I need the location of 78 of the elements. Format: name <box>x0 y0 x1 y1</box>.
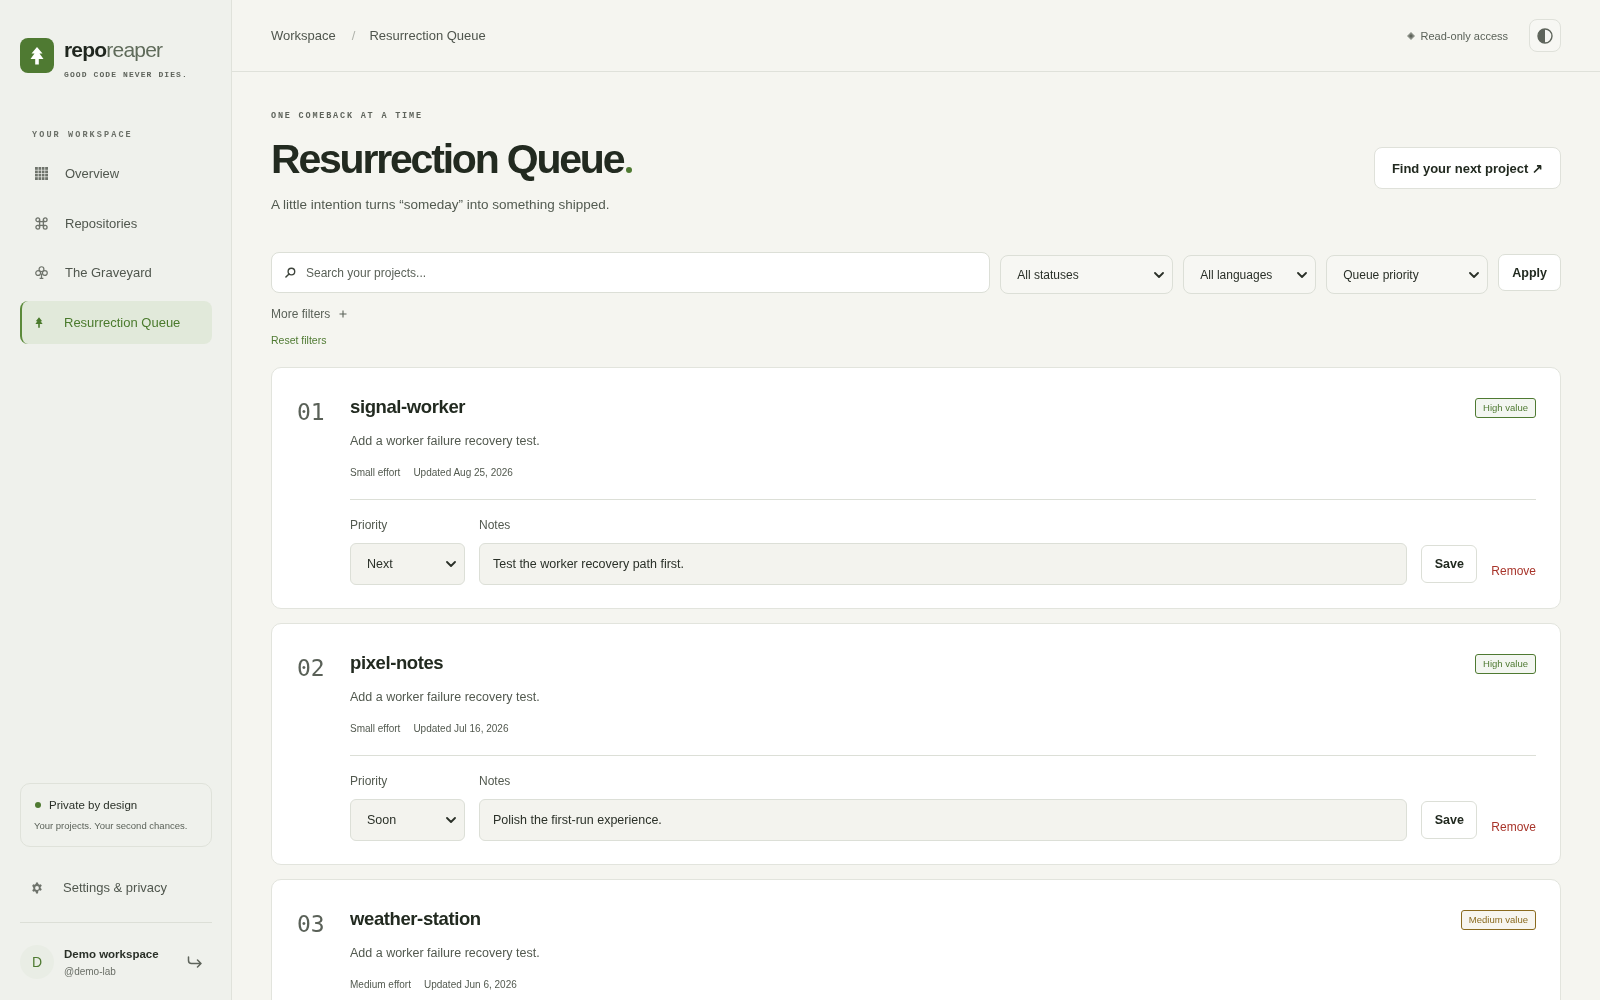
plus-icon <box>339 310 348 318</box>
nav-item[interactable]: Resurrection Queue <box>20 300 212 344</box>
diamond-icon <box>1406 31 1415 40</box>
workspace-handle: @demo-lab <box>64 965 117 977</box>
filter-dropdown[interactable]: All languages <box>1183 255 1317 294</box>
settings-icon <box>31 881 43 894</box>
brand-tagline: GOOD CODE NEVER DIES. <box>64 70 188 80</box>
nav-item[interactable]: Repositories <box>20 201 212 245</box>
clover-icon <box>35 266 48 279</box>
status-dot-icon <box>35 802 41 808</box>
curved-arrow-icon <box>187 956 203 968</box>
updated-date: Updated Jul 16, 2026 <box>413 722 509 736</box>
notes-field[interactable]: Polish the first-run experience. <box>479 799 1408 841</box>
effort-label: Small effort <box>350 466 401 480</box>
priority-label: Priority <box>350 518 389 533</box>
updated-date: Updated Jun 6, 2026 <box>423 978 517 992</box>
remove-link[interactable]: Remove <box>1491 564 1536 579</box>
project-description: Add a worker failure recovery test. <box>350 945 541 962</box>
notes-label: Notes <box>479 774 512 789</box>
chevron-down-icon <box>1469 271 1480 278</box>
search-icon <box>285 267 296 278</box>
settings-link[interactable]: Settings & privacy <box>20 866 212 909</box>
sign-out-button[interactable] <box>187 956 203 968</box>
breadcrumb-link[interactable]: Workspace <box>271 28 336 43</box>
project-number: 03 <box>297 911 326 939</box>
remove-link[interactable]: Remove <box>1491 820 1536 835</box>
save-button[interactable]: Save <box>1421 801 1478 839</box>
page-title: Resurrection Queue <box>271 137 624 182</box>
more-filters-button[interactable]: More filters <box>271 306 348 322</box>
apply-button[interactable]: Apply <box>1498 254 1561 291</box>
project-description: Add a worker failure recovery test. <box>350 689 541 706</box>
nav-item[interactable]: Overview <box>20 152 212 195</box>
avatar: D <box>20 945 54 979</box>
command-icon <box>35 216 48 230</box>
value-badge: Medium value <box>1460 910 1536 930</box>
page-subtitle: A little intention turns “someday” into something shipped. <box>271 196 610 214</box>
page-eyebrow: ONE COMEBACK AT A TIME <box>271 111 423 122</box>
notes-field[interactable]: Test the worker recovery path first. <box>479 543 1408 585</box>
value-badge: High value <box>1475 654 1536 674</box>
workspace-name: Demo workspace <box>64 947 160 960</box>
tree-logo-icon <box>20 38 54 73</box>
effort-label: Medium effort <box>350 978 411 992</box>
filter-dropdown[interactable]: Queue priority <box>1326 255 1489 294</box>
notes-label: Notes <box>479 518 512 533</box>
theme-toggle-button[interactable] <box>1529 19 1561 52</box>
access-label: Read-only access <box>1420 29 1508 42</box>
updated-date: Updated Aug 25, 2026 <box>413 466 513 480</box>
privacy-title: Private by design <box>49 799 138 811</box>
project-name: pixel-notes <box>350 651 444 674</box>
grid-icon <box>35 167 48 180</box>
chevron-down-icon <box>446 817 456 823</box>
filter-dropdown[interactable]: All statuses <box>1000 255 1174 294</box>
priority-dropdown[interactable]: Soon <box>350 799 465 841</box>
chevron-down-icon <box>446 561 456 567</box>
breadcrumb-separator: / <box>351 28 356 43</box>
privacy-text: Your projects. Your second chances. <box>34 820 189 831</box>
project-number: 01 <box>297 399 326 427</box>
value-badge: High value <box>1475 398 1536 418</box>
contrast-icon <box>1537 27 1553 44</box>
project-number: 02 <box>297 655 326 683</box>
save-button[interactable]: Save <box>1421 545 1478 583</box>
brand-wordmark: reporeaper <box>64 39 164 61</box>
search-field[interactable]: Search your projects... <box>271 252 991 293</box>
find-project-button[interactable]: Find your next project ↗ <box>1373 147 1561 189</box>
priority-label: Priority <box>350 774 389 789</box>
project-name: weather-station <box>350 907 481 930</box>
nav-item[interactable]: The Graveyard <box>20 251 212 294</box>
section-label: YOUR WORKSPACE <box>32 130 134 141</box>
project-name: signal-worker <box>350 395 466 418</box>
chevron-down-icon <box>1297 271 1308 278</box>
reset-filters-link[interactable]: Reset filters <box>271 333 327 347</box>
chevron-down-icon <box>1154 271 1165 278</box>
breadcrumb-link[interactable]: Resurrection Queue <box>369 28 486 43</box>
priority-dropdown[interactable]: Next <box>350 543 465 585</box>
tree-icon <box>35 316 43 328</box>
project-description: Add a worker failure recovery test. <box>350 433 541 450</box>
accent-dot-icon <box>626 167 633 173</box>
effort-label: Small effort <box>350 722 401 736</box>
